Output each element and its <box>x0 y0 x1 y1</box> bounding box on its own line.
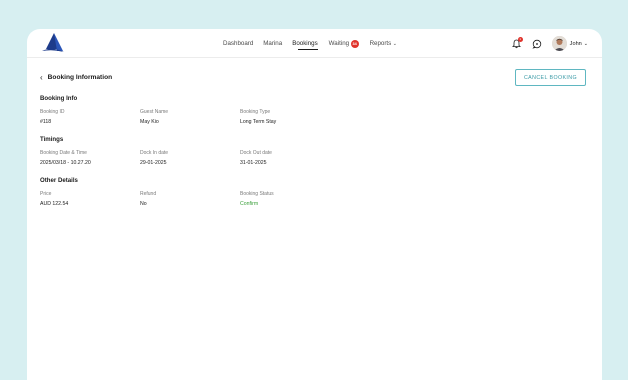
nav-waiting-label: Waiting <box>328 40 350 47</box>
nav-reports[interactable]: Reports ⌄ <box>367 29 397 58</box>
other-details-heading: Other Details <box>40 177 78 184</box>
field-value: #118 <box>40 119 52 125</box>
back-arrow-icon[interactable]: ‹ <box>40 73 43 82</box>
chevron-down-icon[interactable]: ⌄ <box>584 41 588 47</box>
page-header: ‹ Booking Information CANCEL BOOKING <box>40 69 586 86</box>
field-label: Booking Type <box>240 109 271 115</box>
booking-info-fields: Booking ID #118 Guest Name May Kio Booki… <box>40 109 340 125</box>
chat-button[interactable] <box>531 38 543 50</box>
field-label: Guest Name <box>140 109 169 115</box>
waiting-count-badge: 34 <box>350 39 359 48</box>
user-photo-icon <box>551 36 567 51</box>
price-field: Price AUD 122.54 <box>40 191 140 207</box>
cancel-booking-button[interactable]: CANCEL BOOKING <box>515 69 586 86</box>
main-content: ‹ Booking Information CANCEL BOOKING Boo… <box>40 69 586 207</box>
booking-id-field: Booking ID #118 <box>40 109 140 125</box>
field-label: Booking Date & Time <box>40 150 87 156</box>
field-value: AUD 122.54 <box>40 201 69 207</box>
dock-in-field: Dock In date 29-01-2025 <box>140 150 240 166</box>
field-value: May Kio <box>140 119 159 125</box>
top-navbar: Dashboard Marina Bookings Waiting 34 Repo… <box>27 29 602 58</box>
title-wrap: ‹ Booking Information <box>40 73 112 82</box>
field-label: Dock Out date <box>240 150 272 156</box>
nav-dashboard-label: Dashboard <box>223 40 254 47</box>
field-label: Booking Status <box>240 191 274 197</box>
logo-icon[interactable] <box>40 31 66 57</box>
refund-field: Refund No <box>140 191 240 207</box>
field-label: Price <box>40 191 52 197</box>
field-value: 31-01-2025 <box>240 160 267 166</box>
chevron-down-icon: ⌄ <box>392 40 397 47</box>
nav-dashboard[interactable]: Dashboard <box>223 29 260 58</box>
field-label: Booking ID <box>40 109 65 115</box>
booking-status-field: Booking Status Confirm <box>240 191 340 207</box>
main-nav: Dashboard Marina Bookings Waiting 34 Repo… <box>223 29 397 58</box>
nav-marina-label: Marina <box>263 40 283 47</box>
dock-out-field: Dock Out date 31-01-2025 <box>240 150 340 166</box>
guest-name-field: Guest Name May Kio <box>140 109 240 125</box>
nav-bookings[interactable]: Bookings <box>290 29 325 58</box>
nav-reports-label: Reports <box>369 40 392 47</box>
nav-bookings-label: Bookings <box>292 40 318 47</box>
field-label: Dock In date <box>140 150 169 156</box>
booking-date-field: Booking Date & Time 2025/03/18 - 10.27.2… <box>40 150 140 166</box>
user-name[interactable]: John <box>570 41 582 47</box>
timings-fields: Booking Date & Time 2025/03/18 - 10.27.2… <box>40 150 340 166</box>
nav-waiting[interactable]: Waiting 34 <box>326 29 367 58</box>
booking-info-heading: Booking Info <box>40 95 78 102</box>
field-value: Long Term Stay <box>240 119 277 125</box>
notification-badge: 1 <box>517 36 523 42</box>
booking-type-field: Booking Type Long Term Stay <box>240 109 340 125</box>
chat-icon <box>532 39 541 49</box>
header-actions: 1 John ⌄ <box>511 29 588 58</box>
page-title: Booking Information <box>47 74 113 81</box>
field-value: 29-01-2025 <box>140 160 167 166</box>
timings-heading: Timings <box>40 136 64 143</box>
notifications-button[interactable]: 1 <box>511 36 523 50</box>
avatar[interactable] <box>551 36 567 51</box>
field-label: Refund <box>140 191 157 197</box>
nav-marina[interactable]: Marina <box>260 29 290 58</box>
app-window: Dashboard Marina Bookings Waiting 34 Repo… <box>27 29 602 380</box>
field-value: No <box>140 201 147 207</box>
other-details-fields: Price AUD 122.54 Refund No Booking Statu… <box>40 191 340 207</box>
status-value: Confirm <box>240 201 259 207</box>
field-value: 2025/03/18 - 10.27.20 <box>40 160 91 166</box>
